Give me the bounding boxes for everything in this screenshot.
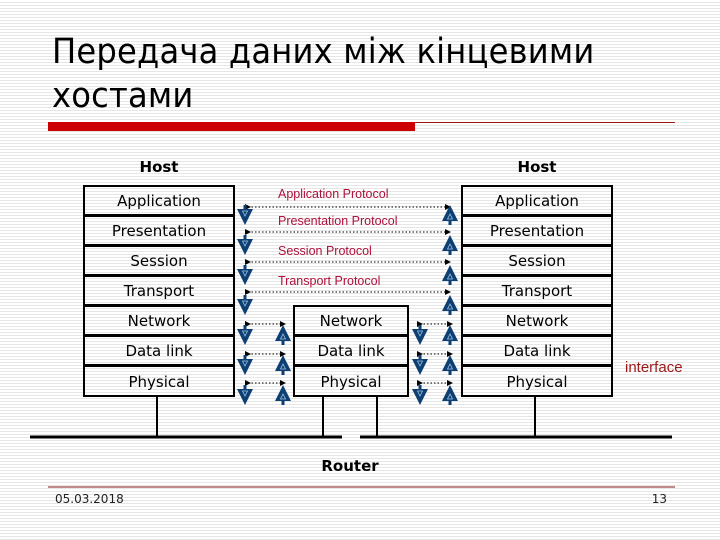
down-arrow-icon	[237, 385, 253, 405]
down-arrow-icon	[412, 385, 428, 405]
up-arrow-icon	[275, 355, 291, 375]
down-arrow-icon	[412, 325, 428, 345]
up-arrow-icon	[442, 205, 458, 225]
down-arrow-icon	[412, 355, 428, 375]
up-arrow-icon	[442, 325, 458, 345]
footer-page-number: 13	[651, 492, 667, 506]
footer-date: 05.03.2018	[55, 492, 124, 506]
up-arrow-icon	[442, 295, 458, 315]
down-arrow-icon	[237, 265, 253, 285]
down-arrow-icon	[237, 325, 253, 345]
up-arrow-icon	[442, 355, 458, 375]
up-arrow-icon	[442, 265, 458, 285]
down-arrow-icon	[237, 205, 253, 225]
down-arrow-icon	[237, 295, 253, 315]
down-arrow-icon	[237, 235, 253, 255]
footer-rule	[48, 486, 675, 488]
up-arrow-icon	[275, 385, 291, 405]
up-arrow-icon	[442, 385, 458, 405]
up-arrow-icon	[275, 325, 291, 345]
router-label: Router	[321, 457, 379, 475]
up-arrow-icon	[442, 235, 458, 255]
down-arrow-icon	[237, 355, 253, 375]
